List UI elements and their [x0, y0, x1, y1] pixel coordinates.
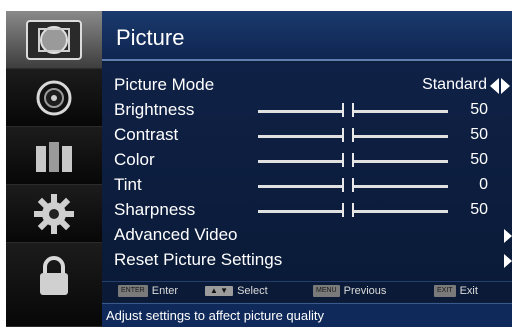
slider-handle[interactable]	[342, 203, 344, 217]
select-hint: ▲ ▼ Select	[205, 285, 268, 297]
contrast-slider[interactable]	[258, 128, 448, 142]
exit-key: EXIT	[434, 285, 456, 297]
menu-item-brightness[interactable]: Brightness 50	[102, 98, 512, 123]
picture-mode-label: Picture Mode	[114, 75, 215, 94]
menu-list: Picture Mode Standard Brightness 50 Cont…	[102, 63, 512, 285]
title-bar: Picture	[102, 11, 512, 61]
tint-label: Tint	[114, 175, 142, 194]
slider-handle[interactable]	[342, 103, 344, 117]
brightness-value: 50	[470, 101, 488, 118]
picture-mode-value: Standard	[422, 76, 487, 93]
advanced-video-label: Advanced Video	[114, 225, 238, 244]
settings-gear-icon	[34, 193, 74, 234]
exit-hint-label: Exit	[459, 285, 478, 297]
brightness-label: Brightness	[114, 100, 195, 119]
contrast-label: Contrast	[114, 125, 179, 144]
chevron-right-icon	[504, 254, 512, 268]
sharpness-value: 50	[470, 201, 488, 218]
contrast-value: 50	[470, 126, 488, 143]
picture-menu-panel: Picture Picture Mode Standard Brightness…	[102, 11, 512, 327]
enter-hint: ENTER Enter	[118, 285, 178, 297]
menu-item-picture-mode[interactable]: Picture Mode Standard	[102, 73, 512, 98]
sidebar-item-sound[interactable]	[6, 69, 102, 127]
menu-item-tint[interactable]: Tint 0	[102, 173, 512, 198]
up-down-arrows-icon: ▲ ▼	[205, 286, 234, 296]
brightness-slider[interactable]	[258, 103, 448, 117]
chevron-right-icon	[504, 229, 512, 243]
slider-handle[interactable]	[342, 153, 344, 167]
help-bar: Adjust settings to affect picture qualit…	[102, 303, 512, 327]
sharpness-slider[interactable]	[258, 203, 448, 217]
color-value: 50	[470, 151, 488, 168]
tint-slider[interactable]	[258, 178, 448, 192]
menu-item-advanced-video[interactable]: Advanced Video	[102, 223, 512, 248]
reset-picture-settings-label: Reset Picture Settings	[114, 250, 283, 269]
color-slider[interactable]	[258, 153, 448, 167]
picture-icon	[26, 19, 82, 60]
sidebar-item-settings[interactable]	[6, 185, 102, 243]
previous-hint-label: Previous	[343, 285, 387, 297]
sidebar-item-lock[interactable]	[6, 243, 102, 327]
menu-key: MENU	[313, 285, 340, 297]
color-label: Color	[114, 150, 155, 169]
tint-value: 0	[479, 176, 488, 193]
menu-item-sharpness[interactable]: Sharpness 50	[102, 198, 512, 223]
slider-handle[interactable]	[342, 178, 344, 192]
enter-key: ENTER	[118, 285, 148, 297]
menu-item-reset-picture-settings[interactable]: Reset Picture Settings	[102, 248, 512, 273]
page-title: Picture	[116, 25, 185, 50]
lock-icon	[40, 256, 68, 295]
help-text: Adjust settings to affect picture qualit…	[106, 308, 324, 323]
sidebar-item-picture[interactable]	[6, 11, 102, 69]
channel-icon	[36, 141, 72, 172]
previous-hint: MENU Previous	[313, 285, 386, 297]
left-right-arrows-icon[interactable]	[490, 78, 510, 94]
sidebar	[6, 11, 102, 327]
menu-item-contrast[interactable]: Contrast 50	[102, 123, 512, 148]
sound-icon	[36, 80, 72, 115]
sidebar-item-channel[interactable]	[6, 127, 102, 185]
menu-item-color[interactable]: Color 50	[102, 148, 512, 173]
exit-hint: EXIT Exit	[434, 285, 478, 297]
key-hint-bar: ENTER Enter ▲ ▼ Select MENU Previous EXI…	[102, 281, 512, 302]
select-hint-label: Select	[237, 285, 268, 297]
sharpness-label: Sharpness	[114, 200, 196, 219]
enter-hint-label: Enter	[151, 285, 179, 297]
slider-handle[interactable]	[342, 128, 344, 142]
